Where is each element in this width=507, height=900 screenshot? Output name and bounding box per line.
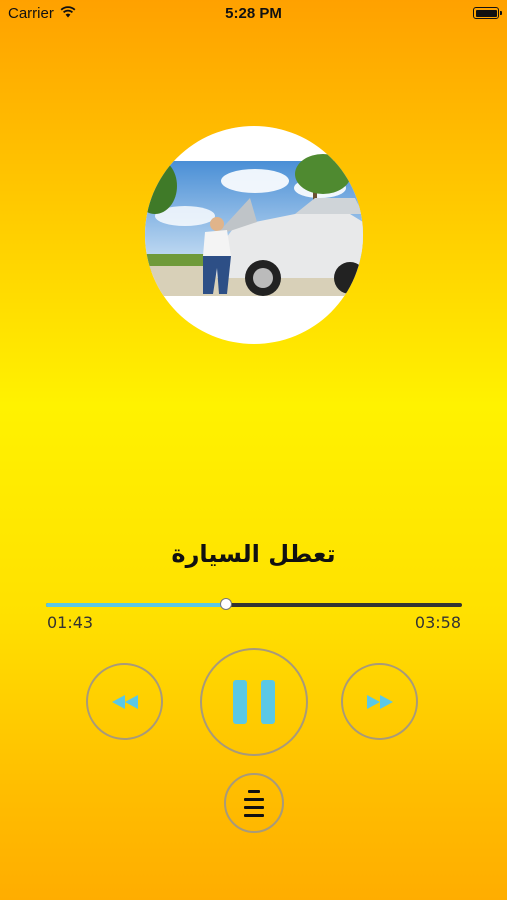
status-bar: Carrier 5:28 PM (0, 0, 507, 28)
status-time: 5:28 PM (225, 5, 282, 22)
battery-icon (473, 7, 502, 19)
rewind-button[interactable] (86, 663, 163, 740)
total-duration: 03:58 (414, 613, 461, 632)
pause-button[interactable] (200, 648, 308, 756)
car-breakdown-photo (145, 154, 363, 296)
pause-icon (233, 680, 275, 724)
progress-fill (46, 603, 227, 607)
album-artwork (145, 126, 363, 344)
fast-forward-button[interactable] (341, 663, 418, 740)
track-title: تعطل السيارة (171, 540, 336, 568)
elapsed-time: 01:43 (47, 613, 94, 632)
playlist-icon (244, 790, 264, 817)
rewind-icon (111, 694, 138, 709)
playlist-button[interactable] (224, 773, 284, 833)
fast-forward-icon (366, 694, 393, 709)
progress-slider[interactable] (46, 598, 462, 610)
progress-thumb[interactable] (220, 598, 233, 610)
